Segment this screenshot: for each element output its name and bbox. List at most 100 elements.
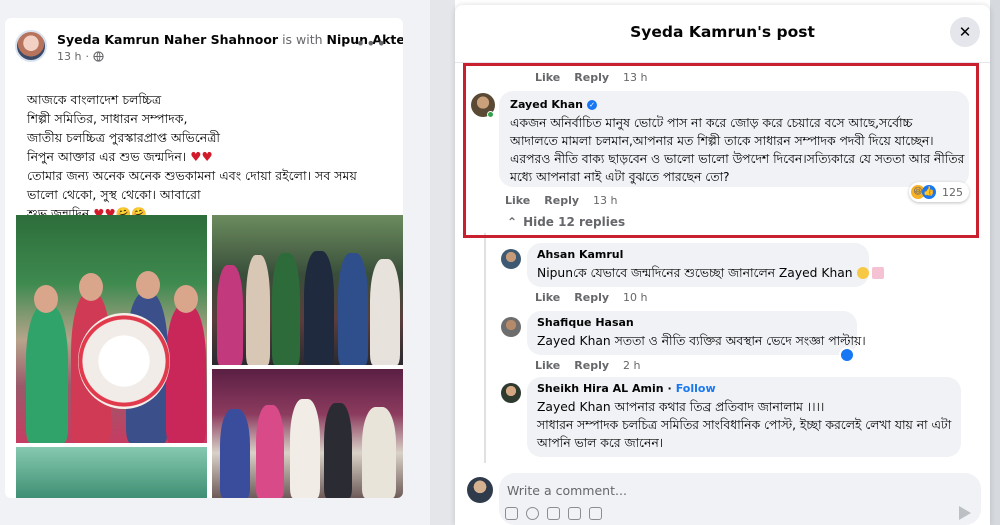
photo-figure [338,253,368,365]
reply-text: আপনি ভাল করে জানেন। [537,436,664,450]
photo-figure [290,399,320,498]
modal-header: Syeda Kamrun's post ✕ [455,5,990,63]
feed-background: Syeda Kamrun Naher Shahnoor is with Nipu… [0,0,430,525]
photo-3[interactable] [212,369,403,498]
follow-button[interactable]: Follow [676,382,716,396]
more-options-icon[interactable]: ••• [356,34,387,53]
reaction-count: 125 [942,185,963,199]
reply-text: Zayed Khan আপনার কথার তিব্র প্রতিবাদ জান… [537,398,951,416]
reply-avatar[interactable] [501,383,521,403]
photo-grid [16,215,403,498]
post-line: তোমার জন্য অনেক অনেক শুভকামনা এবং দোয়া … [27,168,357,183]
reply-author[interactable]: Shafique Hasan [537,316,847,330]
photo-figure-head [34,285,58,313]
photo-2[interactable] [212,215,403,365]
reply-avatar[interactable] [501,317,521,337]
emoji-icon[interactable] [526,507,539,520]
comment-input[interactable] [507,481,907,499]
reply-thread-line [484,233,486,463]
post-header: Syeda Kamrun Naher Shahnoor is with Nipu… [15,28,403,68]
reply-text-body: আপনার কথার তিব্র প্রতিবাদ জানালাম ।।।। [610,400,825,414]
reply-author[interactable]: Ahsan Kamrul [537,248,859,262]
author-avatar[interactable] [15,30,47,62]
reply-text-body: সততা ও নীতি ব্যক্তির অবস্থান ভেদে সংজ্ঞা… [610,334,866,348]
post-line: নিপুন আক্তার এর শুভ জন্মদিন। ♥♥ [27,147,387,166]
reply-button[interactable]: Reply [574,291,609,304]
reply-text: Zayed Khan সততা ও নীতি ব্যক্তির অবস্থান … [537,332,866,350]
post-author-name[interactable]: Syeda Kamrun Naher Shahnoor [57,32,278,47]
post-line: শিল্পী সমিতির, সাধারন সম্পাদক, [27,111,188,126]
post-text: আজকে বাংলাদেশ চলচ্চিত্র শিল্পী সমিতির, স… [27,90,387,223]
reply-bubble: Ahsan Kamrul Nipunকে যেভাবে জন্মদিনের শু… [527,243,885,287]
mention-link[interactable]: Nipun [537,266,573,280]
post-line: জাতীয় চলচ্চিত্র পুরস্কারপ্রাপ্ত অভিনেত্… [27,130,220,145]
current-user-avatar[interactable] [467,477,493,503]
camera-icon[interactable] [547,507,560,520]
reply-bubble: Sheikh Hira AL Amin · Follow Zayed Khan … [527,377,961,457]
post-line-text: নিপুন আক্তার এর শুভ জন্মদিন। [27,149,187,164]
mention-link[interactable]: Zayed Khan [537,334,611,348]
post-line: আজকে বাংলাদেশ চলচ্চিত্র [27,92,162,107]
reaction-summary[interactable]: 😆 👍 125 [909,182,969,202]
post-line: ভালো থেকো, সুস্থ থেকো। আবারো [27,187,201,202]
photo-figure [26,305,68,443]
flower-wreath [78,313,170,409]
comment-box [499,473,981,525]
post-time[interactable]: 13 h [57,50,81,63]
reply-time[interactable]: 10 h [623,291,647,304]
photo-4[interactable] [16,447,207,498]
comment-composer [455,465,990,525]
mention-link[interactable]: Zayed Khan [537,400,611,414]
post-author-line: Syeda Kamrun Naher Shahnoor is with Nipu… [57,32,403,47]
photo-figure [324,403,352,498]
reply-actions: Like Reply 10 h [535,291,647,304]
sticker-icon[interactable] [589,507,602,520]
like-reaction-icon[interactable] [839,347,855,363]
hide-replies-label: Hide 12 replies [523,215,626,229]
red-highlight-box [463,63,979,238]
reply-author-line: Sheikh Hira AL Amin · Follow [537,382,951,396]
reply-text-body: কে যেভাবে জন্মদিনের শুভেচ্ছা জানালেন Zay… [573,266,853,280]
avatar-sticker-icon[interactable] [505,507,518,520]
background-strip [430,0,455,525]
reply-text: সাধারন সম্পাদক চলচিত্র সমিতির সাংবিধানিক… [537,418,952,432]
post-meta: 13 h · [57,50,104,63]
globe-icon [93,51,104,62]
send-icon[interactable] [959,506,971,520]
modal-title: Syeda Kamrun's post [630,23,815,41]
post-card: Syeda Kamrun Naher Shahnoor is with Nipu… [5,18,403,498]
reply-time[interactable]: 2 h [623,359,640,372]
like-reaction-icon: 👍 [922,185,936,199]
photo-figure [272,253,300,365]
photo-figure [370,259,400,365]
photo-1[interactable] [16,215,207,443]
reply-text: Nipunকে যেভাবে জন্মদিনের শুভেচ্ছা জানালে… [537,264,885,282]
photo-figure [362,407,396,498]
cake-emoji-icon [872,267,885,279]
separator-dot: · [667,382,672,395]
hide-replies-button[interactable]: ⌃ Hide 12 replies [507,215,625,229]
heart-emoji: ♥♥ [190,149,213,164]
close-button[interactable]: ✕ [950,17,980,47]
photo-figure [217,265,243,365]
photo-figure [256,405,284,498]
gif-icon[interactable] [568,507,581,520]
composer-tools [505,507,602,520]
reply-button[interactable]: Reply [574,359,609,372]
dot-separator: · [85,50,89,63]
smile-emoji-icon [856,267,869,279]
photo-figure-head [79,273,103,301]
photo-figure [220,409,250,498]
reply-bubble: Shafique Hasan Zayed Khan সততা ও নীতি ব্… [527,311,866,355]
scrollbar-area[interactable] [990,0,1000,525]
with-text: is with [282,32,323,47]
reply-actions: Like Reply 2 h [535,359,640,372]
photo-figure-head [174,285,198,313]
photo-figure [246,255,270,365]
like-button[interactable]: Like [535,359,560,372]
photo-figure [166,305,206,443]
like-button[interactable]: Like [535,291,560,304]
chevron-up-icon: ⌃ [507,215,518,229]
reply-avatar[interactable] [501,249,521,269]
reply-author[interactable]: Sheikh Hira AL Amin [537,382,664,396]
